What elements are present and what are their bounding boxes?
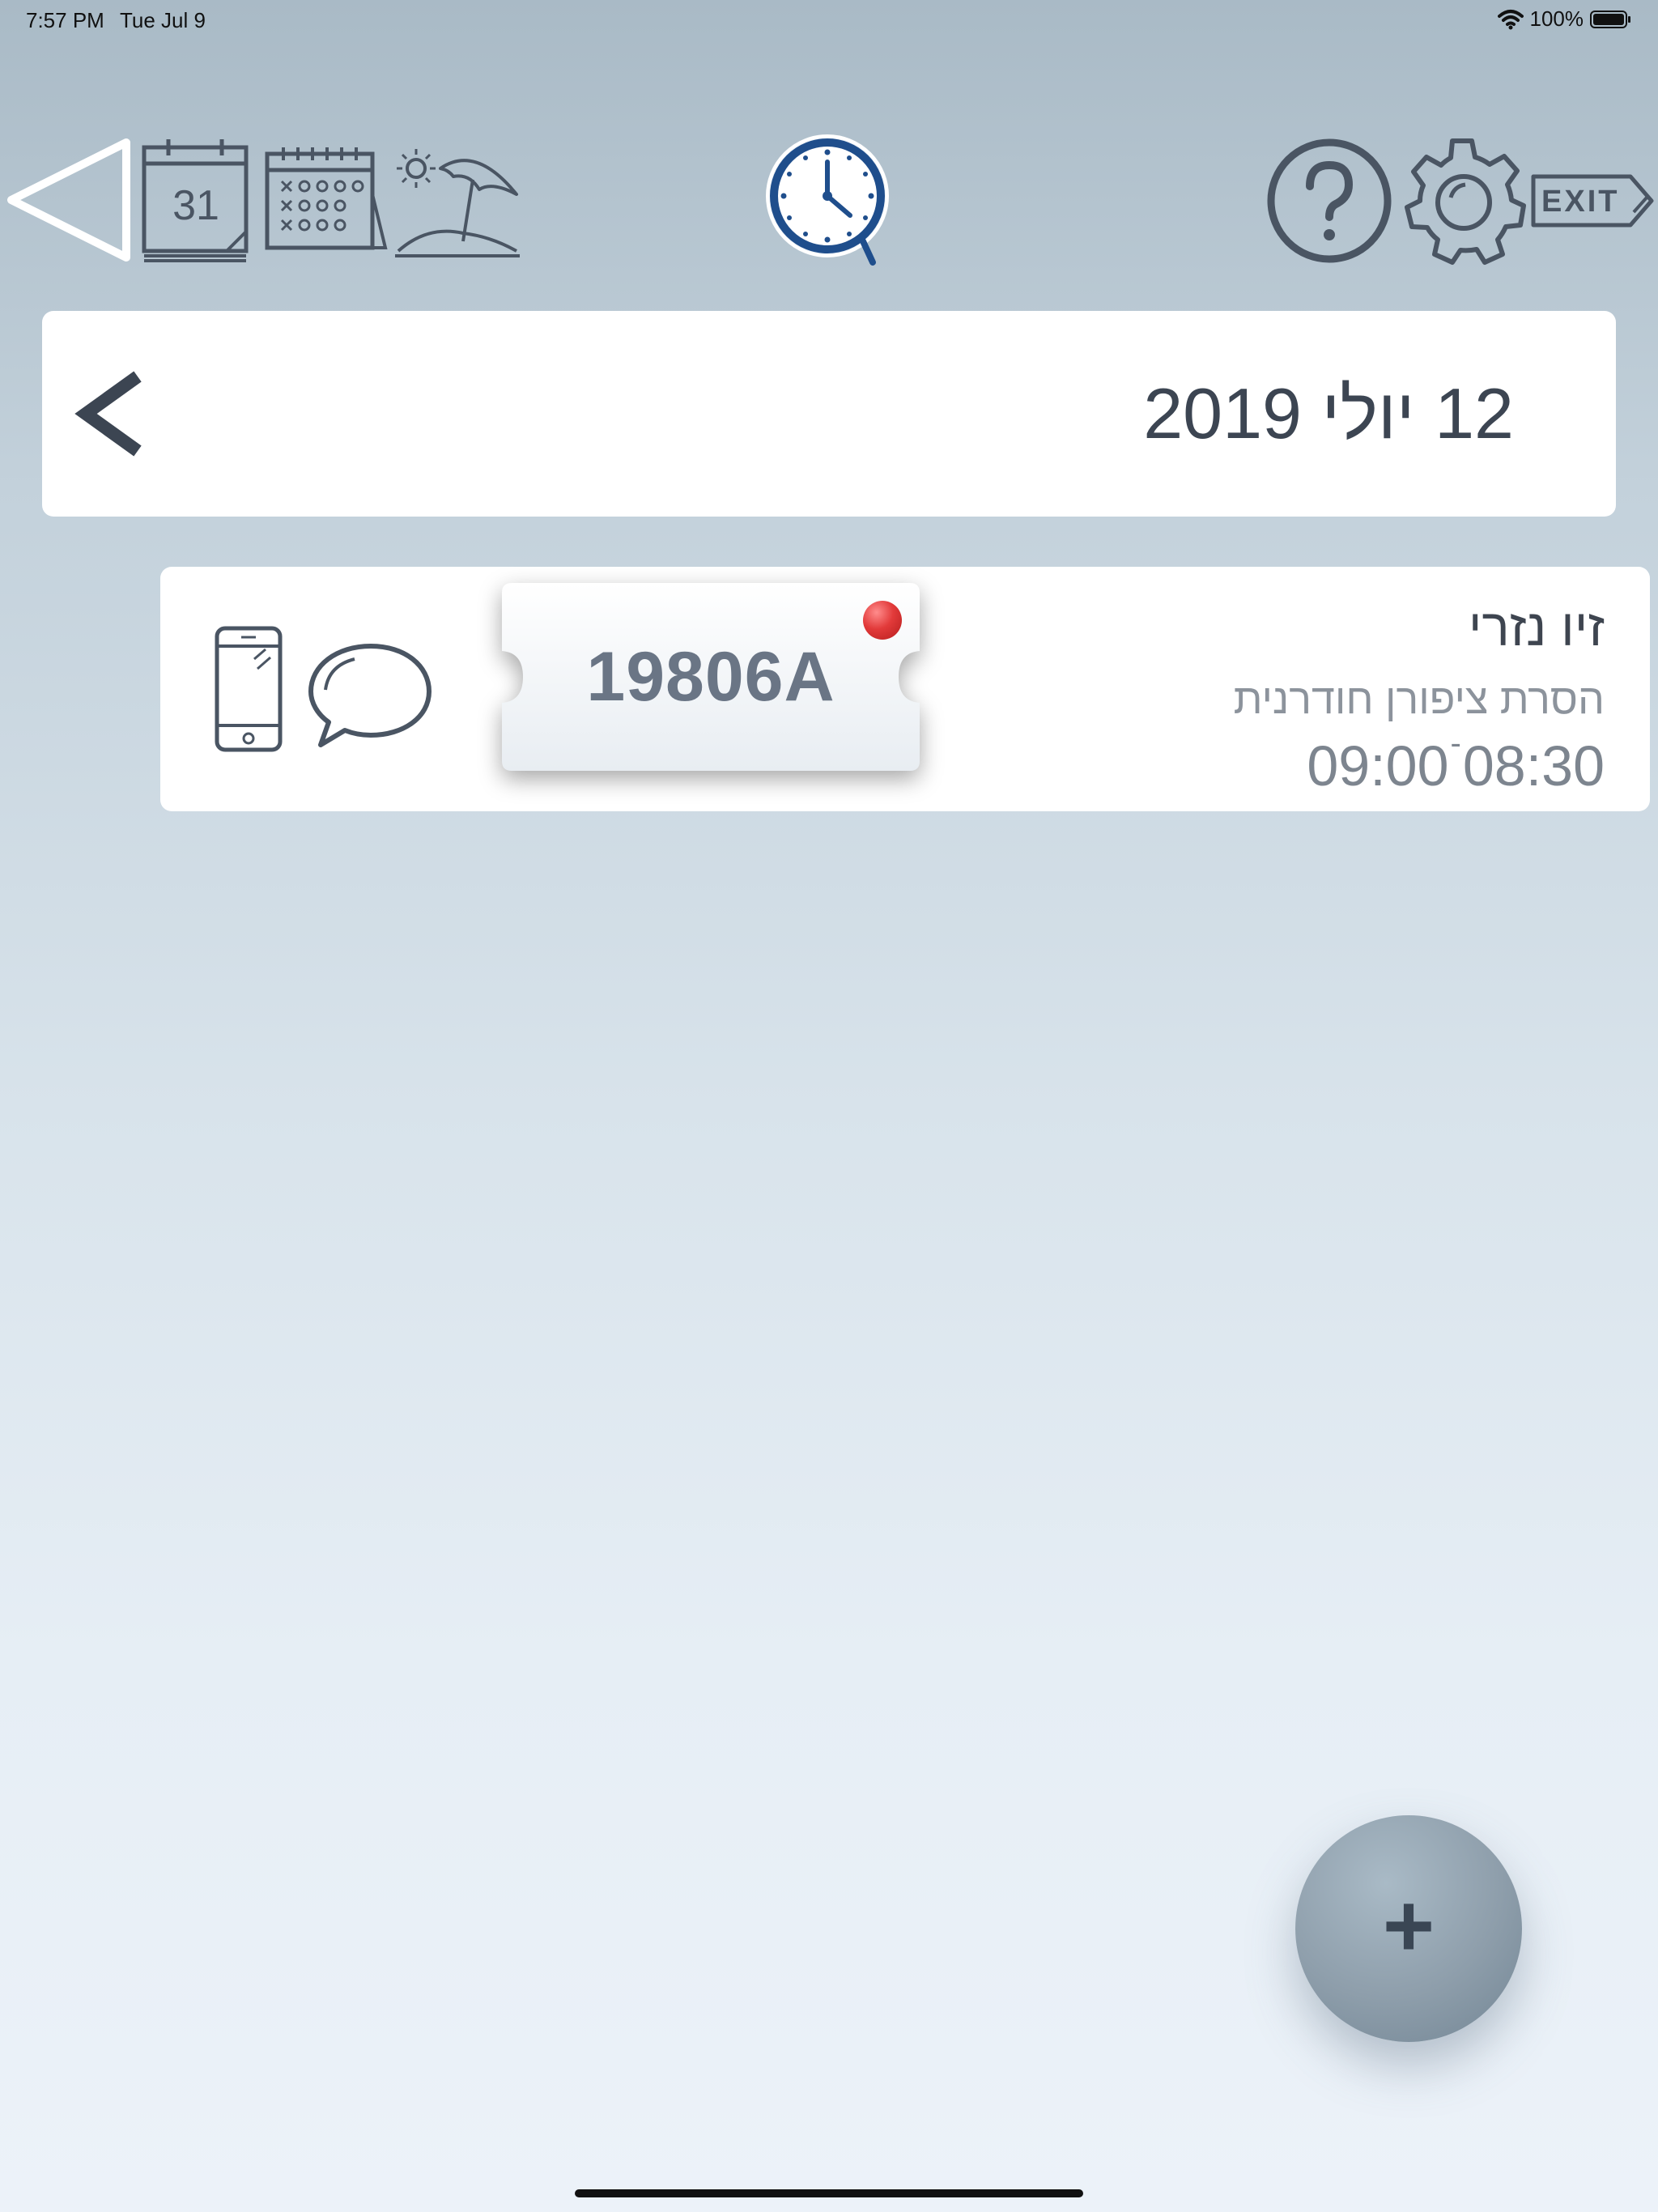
appointment-card[interactable]: זיו נזרי הסרת ציפורן חודרנית 09:00 - 08:… — [160, 567, 1650, 811]
vacation-beach-icon[interactable] — [395, 144, 521, 259]
status-time: 7:57 PM — [26, 8, 104, 32]
calendar-day-number: 31 — [172, 182, 219, 229]
battery-percent: 100% — [1529, 6, 1584, 31]
time-separator: - — [1450, 725, 1461, 761]
status-indicators: 100% — [1497, 6, 1633, 32]
clock-search-icon[interactable] — [766, 131, 892, 269]
exit-button[interactable]: EXIT — [1530, 173, 1655, 228]
wifi-icon — [1497, 9, 1524, 29]
settings-gear-icon[interactable] — [1397, 136, 1527, 266]
month-calendar-icon[interactable] — [264, 146, 390, 256]
chat-bubble-icon[interactable] — [306, 641, 434, 750]
home-indicator[interactable] — [575, 2189, 1083, 2197]
date-title: 12 יולי 2019 — [1143, 373, 1514, 453]
service-name: הסרת ציפורן חודרנית — [1233, 676, 1605, 723]
appointment-time: 09:00 - 08:30 — [1307, 727, 1605, 798]
date-header-card: 12 יולי 2019 — [42, 311, 1616, 517]
chevron-left-icon[interactable] — [73, 368, 151, 459]
add-appointment-button[interactable]: + — [1295, 1815, 1522, 2042]
battery-icon — [1590, 10, 1630, 28]
client-name: זיו נזרי — [1468, 598, 1605, 657]
help-icon[interactable] — [1265, 136, 1394, 266]
back-triangle-icon[interactable] — [5, 138, 131, 262]
status-bar: 7:57 PM Tue Jul 9 100% — [0, 0, 1658, 39]
status-date: Tue Jul 9 — [120, 8, 206, 32]
start-time: 08:30 — [1462, 734, 1605, 798]
end-time: 09:00 — [1307, 734, 1449, 798]
exit-label: EXIT — [1541, 185, 1620, 219]
day-calendar-button[interactable]: 31 — [139, 136, 256, 266]
plus-icon: + — [1382, 1876, 1435, 1976]
ticket-code: 19806A — [586, 638, 835, 716]
status-dot — [863, 601, 902, 640]
phone-icon[interactable] — [214, 625, 283, 753]
